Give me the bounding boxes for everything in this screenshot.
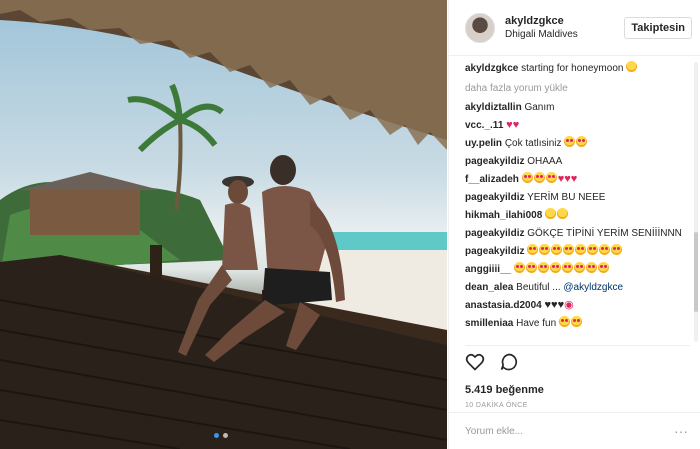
comment-text: Çok tatlısiniz [504, 138, 562, 149]
post-header: akyldzgkce Dhigali Maldives Takiptesin [449, 0, 700, 56]
grinning-emoji-icon [626, 61, 638, 72]
comment-row: uy.pelin Çok tatlısiniz [465, 135, 690, 152]
red-heart-emoji-icon: ♥ [570, 173, 578, 185]
user-block: akyldzgkce Dhigali Maldives [505, 15, 578, 41]
lips-emoji-icon: ◉ [564, 299, 574, 311]
post-timestamp: 10 DAKİKA ÖNCE [465, 402, 528, 409]
heart-eyes-emoji-icon [533, 172, 545, 183]
username-link[interactable]: akyldzgkce [505, 15, 578, 28]
more-options-button[interactable]: ··· [674, 423, 688, 439]
heart-eyes-emoji-icon [558, 316, 570, 327]
comment-input[interactable] [465, 425, 665, 437]
comment-text: Have fun [516, 318, 557, 329]
beach-scene-image [0, 0, 447, 449]
heart-eyes-emoji-icon [563, 244, 575, 255]
smile-emoji-icon [545, 208, 557, 219]
comment-username[interactable]: pageakyildiz [465, 156, 524, 167]
comments-list: akyldzgkce starting for honeymoon daha f… [465, 60, 690, 342]
comment-row: pageakyildiz YERİM BU NEEE [465, 189, 690, 206]
comment-text: Ganım [524, 102, 555, 113]
location-link[interactable]: Dhigali Maldives [505, 28, 578, 41]
smile-emoji-icon [557, 208, 569, 219]
comment-row: akyldiztallin Ganım [465, 99, 690, 116]
comment-username[interactable]: akyldiztallin [465, 102, 522, 113]
comment-text: Beutiful ... @akyldzgkce [516, 282, 624, 293]
comment-row: f__alizadeh ♥♥♥ [465, 171, 690, 188]
comment-text: OHAAA [527, 156, 563, 167]
mention-link[interactable]: @akyldzgkce [563, 282, 623, 293]
heart-eyes-emoji-icon [561, 262, 573, 273]
comment-row: pageakyildiz GÖKÇE TİPİNİ YERİM SENİİİNN… [465, 225, 690, 242]
heart-eyes-emoji-icon [597, 262, 609, 273]
comment-username[interactable]: uy.pelin [465, 138, 502, 149]
carousel-indicator [214, 433, 228, 438]
comment-row: smilleniaa Have fun [465, 315, 690, 332]
red-heart-emoji-icon: ♥ [512, 119, 520, 131]
comment-row: hikmah_ilahi008 [465, 207, 690, 224]
carousel-dot-active[interactable] [214, 433, 219, 438]
caption: akyldzgkce starting for honeymoon [465, 60, 690, 77]
comment-bubble-icon[interactable] [499, 352, 519, 372]
post-sidebar: akyldzgkce Dhigali Maldives Takiptesin a… [448, 0, 700, 449]
following-button[interactable]: Takiptesin [624, 17, 692, 39]
comment-username[interactable]: anggiiii__ [465, 264, 511, 275]
heart-eyes-emoji-icon [575, 244, 587, 255]
post-photo[interactable] [0, 0, 447, 449]
caption-username[interactable]: akyldzgkce [465, 63, 518, 74]
heart-eyes-emoji-icon [521, 172, 533, 183]
action-icons [465, 352, 690, 372]
comment-username[interactable]: pageakyildiz [465, 192, 524, 203]
heart-eyes-emoji-icon [576, 136, 588, 147]
comment-row: pageakyildiz OHAAA [465, 153, 690, 170]
heart-eyes-emoji-icon [570, 316, 582, 327]
heart-eyes-emoji-icon [513, 262, 525, 273]
heart-eyes-emoji-icon [545, 172, 557, 183]
heart-eyes-emoji-icon [551, 244, 563, 255]
heart-eyes-emoji-icon [564, 136, 576, 147]
comment-row: vcc._.11 ♥♥ [465, 117, 690, 134]
comment-username[interactable]: f__alizadeh [465, 174, 519, 185]
comment-username[interactable]: pageakyildiz [465, 246, 524, 257]
heart-eyes-emoji-icon [585, 262, 597, 273]
comment-row: anggiiii__ [465, 261, 690, 278]
heart-eyes-emoji-icon [539, 244, 551, 255]
post-actions: 5.419 beğenme 10 DAKİKA ÖNCE [465, 345, 690, 409]
comment-rows: akyldiztallin Ganım vcc._.11 ♥♥ uy.pelin … [465, 99, 690, 332]
comment-row: dean_alea Beutiful ... @akyldzgkce [465, 279, 690, 296]
add-comment-bar: ··· [449, 412, 700, 449]
comment-username[interactable]: anastasia.d2004 [465, 300, 542, 311]
comment-row: pageakyildiz [465, 243, 690, 260]
heart-eyes-emoji-icon [611, 244, 623, 255]
like-heart-icon[interactable] [465, 352, 485, 372]
comment-text: YERİM BU NEEE [527, 192, 606, 203]
comment-username[interactable]: hikmah_ilahi008 [465, 210, 542, 221]
comment-username[interactable]: vcc._.11 [465, 120, 503, 131]
heart-eyes-emoji-icon [537, 262, 549, 273]
heart-eyes-emoji-icon [525, 262, 537, 273]
carousel-dot[interactable] [223, 433, 228, 438]
comment-username[interactable]: smilleniaa [465, 318, 513, 329]
comment-username[interactable]: pageakyildiz [465, 228, 524, 239]
avatar[interactable] [465, 12, 495, 43]
load-more-comments-link[interactable]: daha fazla yorum yükle [465, 80, 690, 97]
heart-eyes-emoji-icon [587, 244, 599, 255]
comment-text: GÖKÇE TİPİNİ YERİM SENİİİNNN [527, 228, 682, 239]
heart-eyes-emoji-icon [527, 244, 539, 255]
caption-text: starting for honeymoon [521, 63, 624, 74]
like-count[interactable]: 5.419 beğenme [465, 384, 690, 396]
comment-row: anastasia.d2004 ♥♥♥◉ [465, 297, 690, 314]
scrollbar-thumb[interactable] [694, 232, 698, 312]
heart-eyes-emoji-icon [573, 262, 585, 273]
comments-scrollbar[interactable] [694, 62, 698, 342]
comment-username[interactable]: dean_alea [465, 282, 513, 293]
heart-eyes-emoji-icon [599, 244, 611, 255]
heart-eyes-emoji-icon [549, 262, 561, 273]
